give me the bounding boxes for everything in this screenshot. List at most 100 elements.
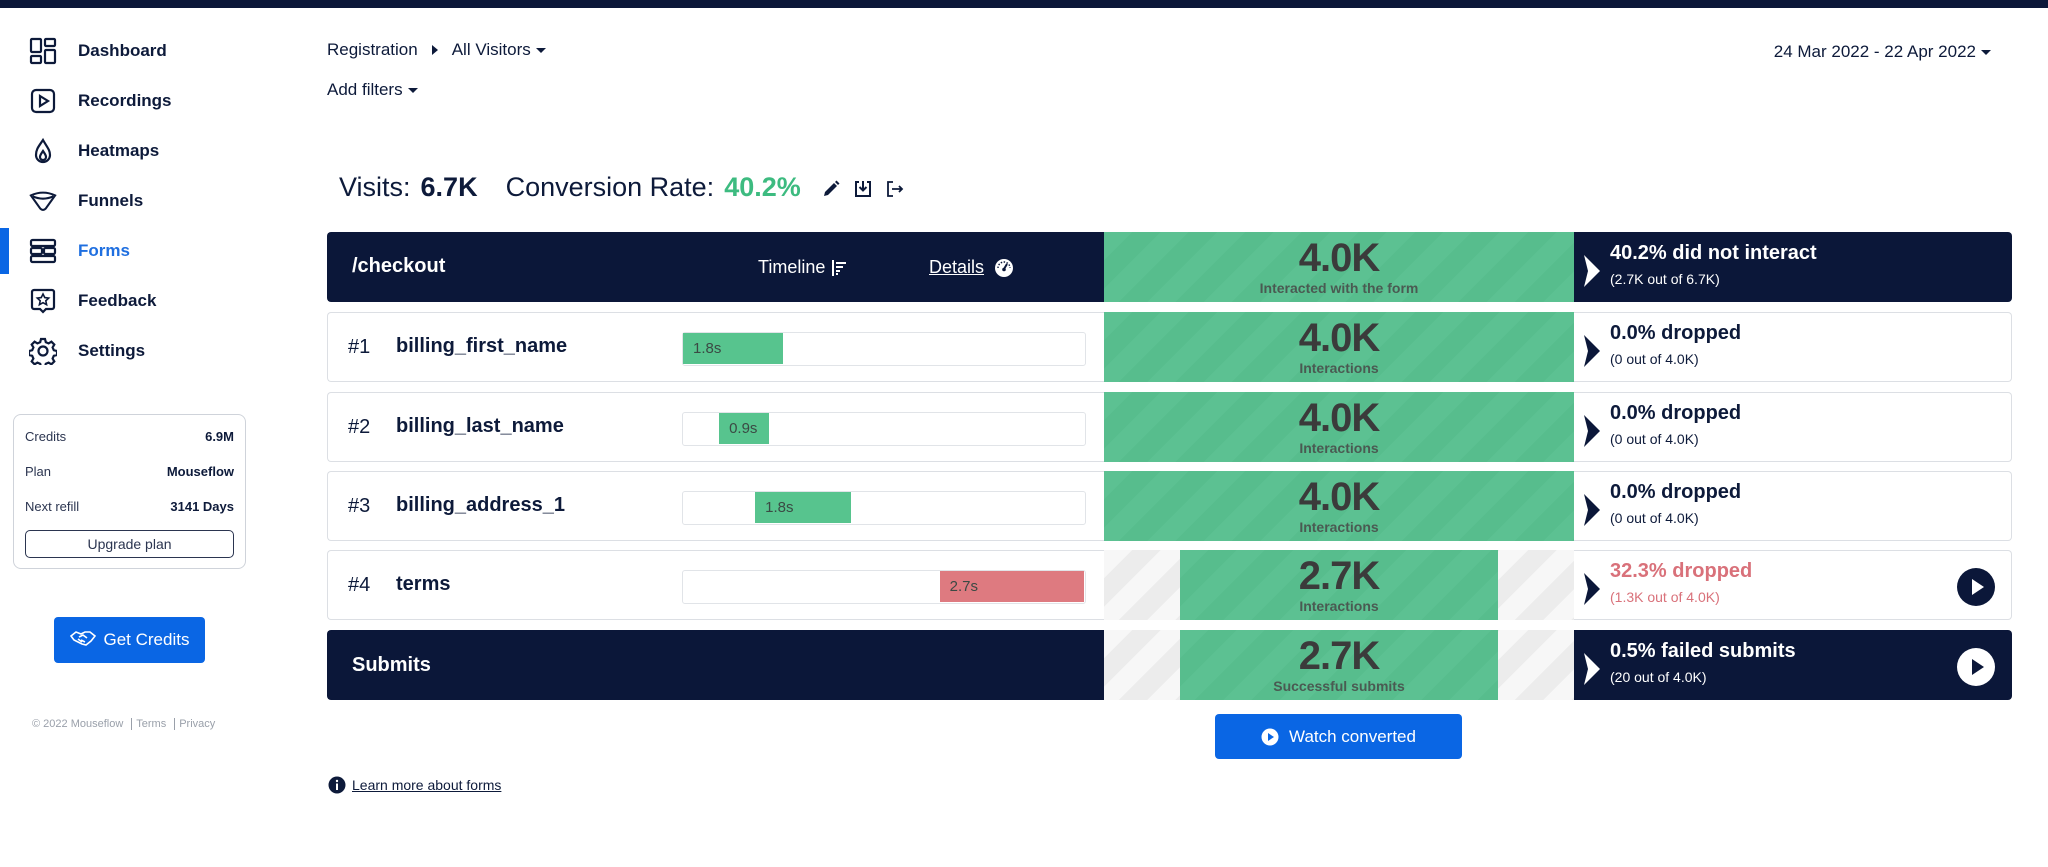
field-info: #4 terms 2.7s — [327, 550, 1104, 620]
sidebar-item-label: Dashboard — [78, 41, 167, 60]
plan-label: Plan — [25, 464, 52, 479]
visits-value: 6.7K — [420, 172, 478, 202]
field-summary-cell: 0.0% dropped (0 out of 4.0K) — [1574, 471, 2012, 541]
credits-label: Credits — [25, 429, 67, 444]
field-time-bar: 1.8s — [682, 332, 1086, 366]
feedback-icon — [29, 287, 57, 315]
field-row[interactable]: #4 terms 2.7s 2.7K Interactions 32.3% dr… — [327, 550, 2012, 620]
field-index: #4 — [348, 574, 371, 596]
refill-row: Next refill 3141 Days — [25, 499, 234, 514]
edit-icon[interactable] — [820, 178, 842, 200]
breadcrumb-form[interactable]: Registration — [327, 40, 418, 60]
sidebar-item-label: Heatmaps — [78, 141, 160, 160]
upgrade-plan-button[interactable]: Upgrade plan — [25, 530, 234, 558]
field-count-value: 4.0K — [1298, 396, 1381, 440]
submits-count-cell: 2.7K Successful submits — [1104, 630, 1574, 700]
credits-row: Credits 6.9M — [25, 429, 234, 444]
info-icon — [328, 776, 346, 794]
field-row[interactable]: #3 billing_address_1 1.8s 4.0K Interacti… — [327, 471, 2012, 541]
add-filters-dropdown[interactable]: Add filters — [327, 80, 418, 100]
field-time-bar: 2.7s — [682, 570, 1086, 604]
learn-more-link[interactable]: Learn more about forms — [352, 777, 501, 793]
watch-converted-button[interactable]: Watch converted — [1215, 714, 1462, 759]
sidebar-item-feedback[interactable]: Feedback — [0, 276, 260, 326]
field-count-value: 4.0K — [1298, 475, 1381, 519]
credits-value: 6.9M — [205, 429, 234, 444]
sidebar-item-funnels[interactable]: Funnels — [0, 176, 260, 226]
recordings-icon — [29, 87, 57, 115]
sidebar-item-label: Recordings — [78, 91, 172, 110]
play-icon — [1261, 728, 1279, 745]
summary-desc: (1.3K out of 4.0K) — [1610, 589, 1720, 605]
summary-title: 0.0% dropped — [1610, 402, 1742, 424]
summary-desc: (0 out of 4.0K) — [1610, 510, 1699, 526]
sidebar-item-heatmaps[interactable]: Heatmaps — [0, 126, 260, 176]
date-range-label: 24 Mar 2022 - 22 Apr 2022 — [1773, 42, 1976, 61]
plan-row: Plan Mouseflow — [25, 464, 234, 479]
settings-icon — [29, 337, 57, 365]
sidebar-item-recordings[interactable]: Recordings — [0, 76, 260, 126]
top-bar — [0, 0, 2048, 8]
sidebar-item-dashboard[interactable]: Dashboard — [0, 26, 260, 76]
details-label: Details — [929, 257, 985, 277]
sidebar-item-label: Feedback — [78, 291, 157, 310]
submits-left: Submits — [327, 630, 1104, 700]
get-credits-button[interactable]: Get Credits — [54, 617, 205, 663]
play-recordings-button[interactable] — [1957, 568, 1995, 606]
summary-title: 40.2% did not interact — [1610, 242, 1817, 264]
chevron-right-icon — [1584, 573, 1600, 605]
learn-more: Learn more about forms — [328, 776, 501, 794]
gauge-icon — [995, 258, 1014, 277]
chevron-right-icon — [1584, 335, 1600, 367]
form-count-cell: 4.0K Interacted with the form — [1104, 232, 1574, 302]
sidebar-item-label: Forms — [78, 241, 130, 260]
field-count-label: Interactions — [1299, 440, 1379, 456]
summary-title: 0.0% dropped — [1610, 322, 1742, 344]
download-icon[interactable] — [852, 178, 874, 200]
dashboard-icon — [29, 37, 57, 65]
field-name: billing_first_name — [396, 335, 568, 357]
forms-icon — [29, 237, 57, 265]
form-path: /checkout — [352, 255, 446, 277]
field-summary-cell: 32.3% dropped (1.3K out of 4.0K) — [1574, 550, 2012, 620]
field-count-label: Interactions — [1299, 598, 1379, 614]
add-filters-label: Add filters — [327, 80, 403, 99]
privacy-link[interactable]: Privacy — [174, 718, 215, 730]
sidebar-item-settings[interactable]: Settings — [0, 326, 260, 376]
breadcrumb-separator-icon — [431, 45, 438, 55]
summary-desc: (20 out of 4.0K) — [1610, 669, 1707, 685]
heatmaps-icon — [29, 137, 57, 165]
chevron-down-icon — [1981, 50, 1991, 56]
credits-panel: Credits 6.9M Plan Mouseflow Next refill … — [13, 414, 246, 569]
field-row[interactable]: #2 billing_last_name 0.9s 4.0K Interacti… — [327, 392, 2012, 462]
segment-dropdown[interactable]: All Visitors — [452, 40, 546, 60]
timeline-toggle[interactable]: Timeline — [758, 257, 847, 278]
watch-converted-label: Watch converted — [1289, 726, 1416, 746]
segment-label: All Visitors — [451, 40, 531, 59]
refill-label: Next refill — [25, 499, 80, 514]
copyright-text: © 2022 Mouseflow — [32, 718, 124, 730]
summary-stats: Visits: 6.7K Conversion Rate: 40.2% — [339, 172, 801, 203]
chevron-right-icon — [1584, 415, 1600, 447]
field-name: billing_last_name — [396, 415, 564, 437]
field-count-cell: 4.0K Interactions — [1104, 312, 1574, 382]
funnels-icon — [29, 187, 57, 215]
submits-summary-cell: 0.5% failed submits (20 out of 4.0K) — [1574, 630, 2012, 700]
sidebar-item-label: Funnels — [78, 191, 144, 210]
terms-link[interactable]: Terms — [131, 718, 166, 730]
get-credits-label: Get Credits — [103, 630, 190, 649]
submits-count-label: Successful submits — [1273, 678, 1405, 694]
field-count-cell: 2.7K Interactions — [1104, 550, 1574, 620]
form-header-left: /checkout Timeline Details — [327, 232, 1104, 302]
field-count-cell: 4.0K Interactions — [1104, 471, 1574, 541]
export-icon[interactable] — [884, 178, 906, 200]
field-name: terms — [396, 573, 451, 595]
details-link[interactable]: Details — [929, 257, 1014, 278]
field-row[interactable]: #1 billing_first_name 1.8s 4.0K Interact… — [327, 312, 2012, 382]
form-header-row: /checkout Timeline Details 4.0K Interact… — [327, 232, 2012, 302]
date-range-picker[interactable]: 24 Mar 2022 - 22 Apr 2022 — [1774, 42, 1991, 62]
breadcrumb: Registration All Visitors — [327, 40, 546, 60]
plan-value: Mouseflow — [166, 464, 234, 479]
sidebar-item-forms[interactable]: Forms — [0, 226, 260, 276]
play-recordings-button[interactable] — [1957, 648, 1995, 686]
